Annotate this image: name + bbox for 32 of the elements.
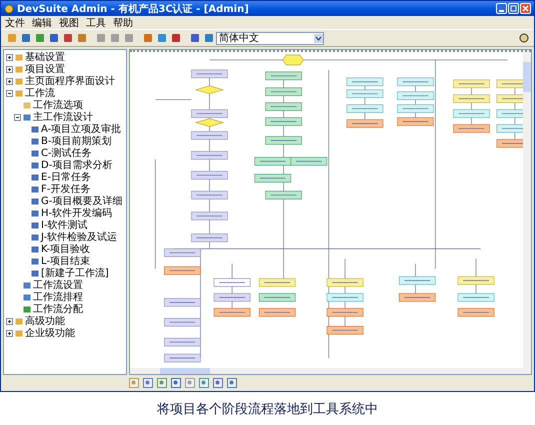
tree-item[interactable]: I-软件测试 bbox=[41, 218, 88, 232]
tree-item[interactable]: 主页面程序界面设计 bbox=[25, 74, 115, 88]
tree-item[interactable]: B-项目前期策划 bbox=[41, 134, 112, 148]
menu-item[interactable]: 文件 bbox=[5, 16, 25, 30]
language-dropdown[interactable]: 简体中文 bbox=[216, 32, 324, 44]
tree-item[interactable]: [新建子工作流] bbox=[41, 266, 109, 280]
tree-item[interactable]: C-测试任务 bbox=[41, 146, 92, 160]
tree-item[interactable]: 工作流分配 bbox=[33, 302, 83, 316]
tree-item[interactable]: 工作流排程 bbox=[33, 290, 83, 304]
tree-item[interactable]: 项目设置 bbox=[25, 62, 65, 76]
tree-item[interactable]: 工作流设置 bbox=[33, 278, 83, 292]
tree-item[interactable]: 基础设置 bbox=[25, 50, 65, 64]
tree-item[interactable]: G-项目概要及详细 bbox=[41, 194, 122, 208]
tree-item[interactable]: H-软件开发编码 bbox=[41, 206, 112, 220]
window-title: DevSuite Admin - 有机产品3C认证 - [Admin] bbox=[17, 2, 249, 16]
tree-item[interactable]: J-软件检验及试运 bbox=[41, 230, 118, 244]
caption: 将项目各个阶段流程落地到工具系统中 bbox=[156, 401, 379, 418]
tree-item[interactable]: A-项目立项及审批 bbox=[41, 122, 122, 136]
tree-item[interactable]: F-开发任务 bbox=[41, 182, 90, 196]
menu-item[interactable]: 视图 bbox=[59, 16, 79, 30]
menu-item[interactable]: 编辑 bbox=[32, 16, 52, 30]
tree-item[interactable]: L-项目结束 bbox=[41, 254, 90, 268]
tree-item[interactable]: K-项目验收 bbox=[41, 242, 90, 256]
menu-item[interactable]: 帮助 bbox=[113, 16, 133, 30]
tree-item[interactable]: 工作流选项 bbox=[33, 98, 83, 112]
tree-item[interactable]: D-项目需求分析 bbox=[41, 158, 112, 172]
tree-item[interactable]: 企业级功能 bbox=[25, 326, 75, 340]
tree-item[interactable]: 高级功能 bbox=[25, 314, 65, 328]
menu-item[interactable]: 工具 bbox=[86, 16, 106, 30]
tree-item[interactable]: E-日常任务 bbox=[41, 170, 91, 184]
tree-item[interactable]: 工作流 bbox=[25, 86, 55, 100]
tree-item[interactable]: 主工作流设计 bbox=[33, 110, 93, 124]
